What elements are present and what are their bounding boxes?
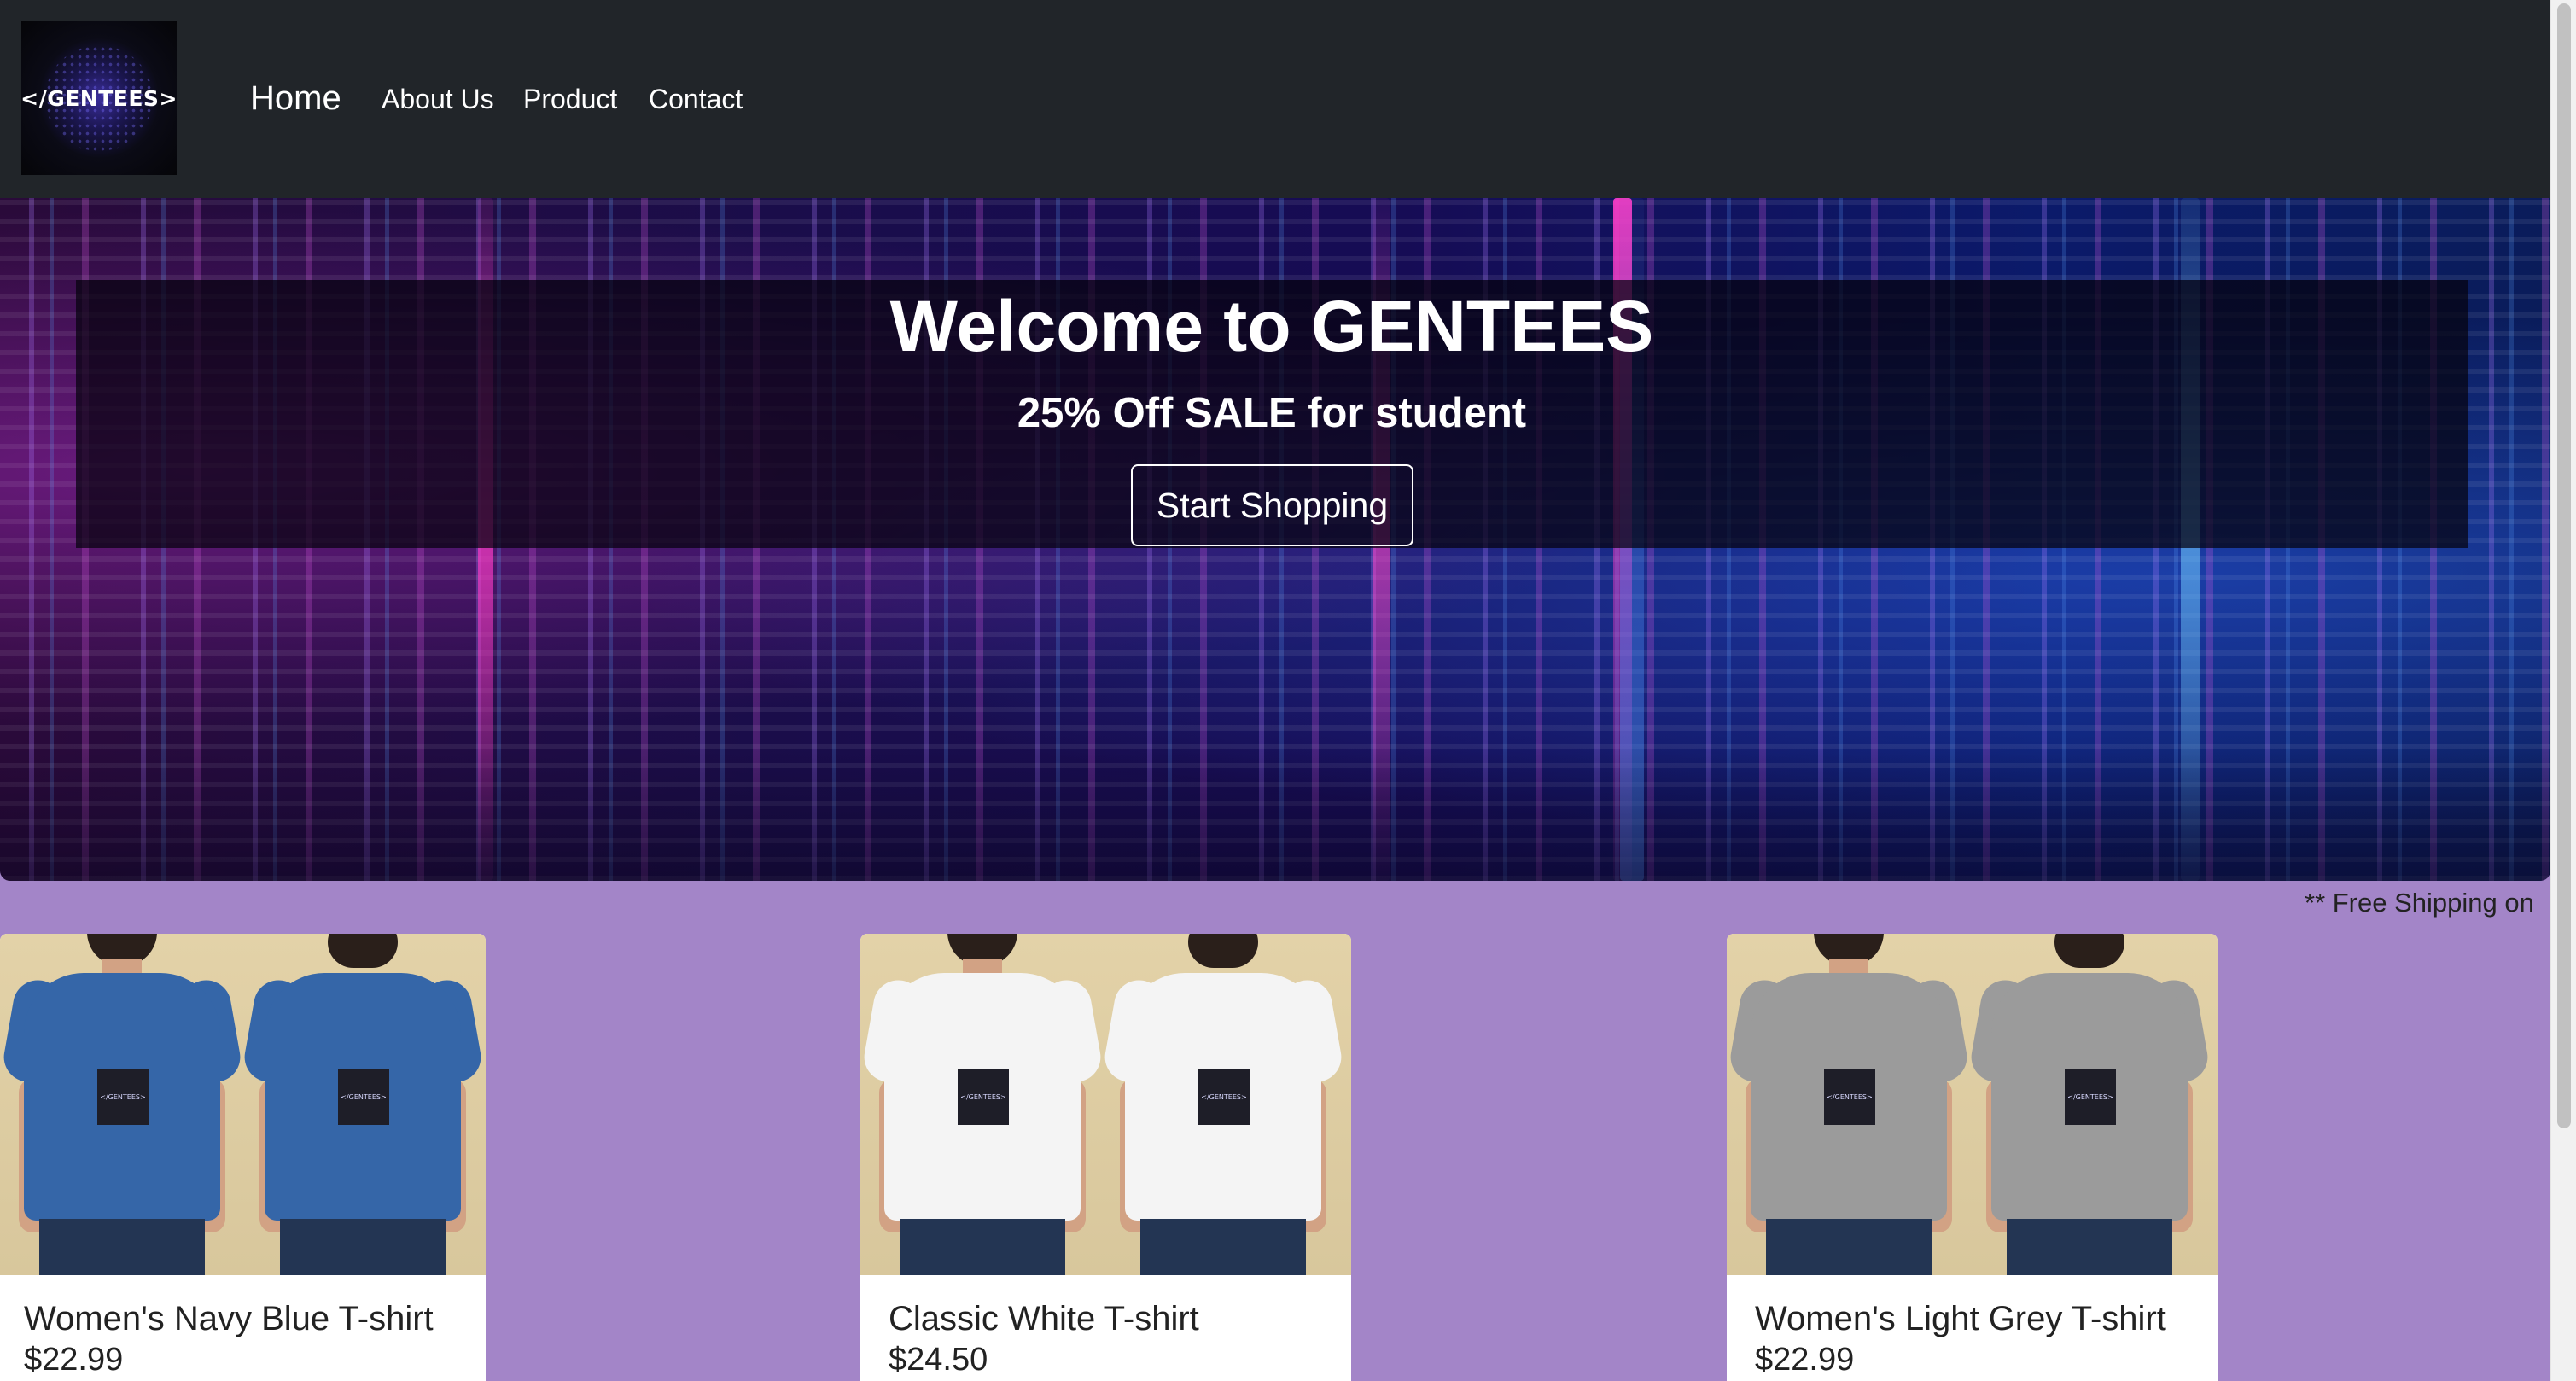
shirt-logo-badge: </GENTEES> [958, 1069, 1009, 1125]
product-image[interactable]: </GENTEES> </GENTEES> [860, 934, 1351, 1275]
product-price: $24.50 [889, 1342, 988, 1378]
product-price: $22.99 [24, 1342, 124, 1378]
model-back-view: </GENTEES> [1101, 934, 1345, 1275]
brand-logo-text: </GENTEES> [21, 85, 177, 111]
product-image[interactable]: </GENTEES> </GENTEES> [1727, 934, 2218, 1275]
model-back-view: </GENTEES> [1967, 934, 2212, 1275]
product-name[interactable]: Classic White T-shirt [889, 1297, 1199, 1340]
scrollbar-thumb[interactable] [2557, 3, 2571, 1128]
navbar: </GENTEES> Home About Us Product Contact [0, 0, 2550, 198]
product-name[interactable]: Women's Light Grey T-shirt [1755, 1297, 2166, 1340]
shirt-logo-badge: </GENTEES> [338, 1069, 389, 1125]
hero-title: Welcome to GENTEES [889, 286, 1654, 366]
model-front-view: </GENTEES> [0, 934, 244, 1275]
product-card[interactable]: </GENTEES> </GENTEES> Women's Navy Blue … [0, 934, 486, 1381]
shirt-logo-badge: </GENTEES> [2065, 1069, 2116, 1125]
product-card-body: Women's Light Grey T-shirt $22.99 [1727, 1275, 2218, 1381]
nav-link-product[interactable]: Product [523, 80, 617, 118]
shirt-logo-badge: </GENTEES> [97, 1069, 149, 1125]
hero-banner: Welcome to GENTEES 25% Off SALE for stud… [0, 198, 2550, 881]
product-name[interactable]: Women's Navy Blue T-shirt [24, 1297, 434, 1340]
nav-link-about[interactable]: About Us [382, 80, 494, 118]
nav-link-contact[interactable]: Contact [649, 80, 743, 118]
model-front-view: </GENTEES> [860, 934, 1104, 1275]
product-card[interactable]: </GENTEES> </GENTEES> Classic White T-sh… [860, 934, 1351, 1381]
shirt-logo-badge: </GENTEES> [1198, 1069, 1250, 1125]
start-shopping-button[interactable]: Start Shopping [1131, 464, 1413, 546]
product-card-body: Classic White T-shirt $24.50 [860, 1275, 1351, 1381]
shirt-logo-badge: </GENTEES> [1824, 1069, 1875, 1125]
nav-link-home[interactable]: Home [250, 77, 341, 119]
vertical-scrollbar[interactable] [2550, 0, 2576, 1381]
product-price: $22.99 [1755, 1342, 1855, 1378]
model-back-view: </GENTEES> [241, 934, 485, 1275]
product-image[interactable]: </GENTEES> </GENTEES> [0, 934, 486, 1275]
free-shipping-marquee: ** Free Shipping on [2305, 888, 2534, 918]
hero-overlay-panel: Welcome to GENTEES 25% Off SALE for stud… [76, 280, 2468, 548]
hero-subtitle: 25% Off SALE for student [1017, 390, 1527, 436]
hero-bottom-shade [0, 744, 2550, 881]
product-card[interactable]: </GENTEES> </GENTEES> Women's Light Grey… [1727, 934, 2218, 1381]
model-front-view: </GENTEES> [1727, 934, 1971, 1275]
product-card-body: Women's Navy Blue T-shirt $22.99 [0, 1275, 486, 1381]
brand-logo[interactable]: </GENTEES> [21, 21, 177, 175]
